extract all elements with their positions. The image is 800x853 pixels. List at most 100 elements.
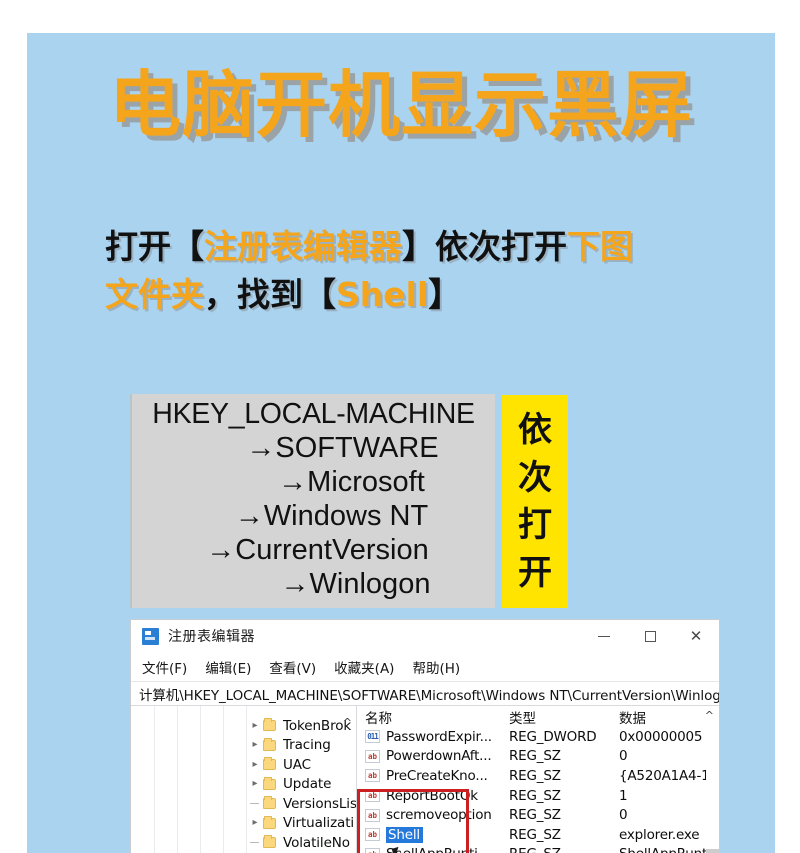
tree-item-update[interactable]: ▸ Update <box>131 775 356 795</box>
address-bar[interactable]: 计算机\HKEY_LOCAL_MACHINE\SOFTWARE\Microsof… <box>131 681 719 706</box>
yellow-callout: 依 次 打 开 <box>502 395 568 608</box>
tree-item-virtualization[interactable]: ▸ Virtualizati <box>131 814 356 834</box>
selected-value-name: Shell <box>386 826 423 843</box>
column-header-name[interactable]: 名称 <box>357 707 509 727</box>
tree-scroll-up-icon[interactable]: ^ <box>343 717 352 728</box>
table-row[interactable]: ab PowerdownAft... REG_SZ 0 <box>357 747 719 767</box>
table-row[interactable]: ab ShellAppRunti... REG_SZ ShellAppRunti… <box>357 845 719 853</box>
list-column-headers: 名称 类型 数据 ^ <box>357 706 719 727</box>
poster-canvas: 电脑开机显示黑屏 打开【注册表编辑器】依次打开下图 文件夹，找到【Shell】 … <box>27 33 775 853</box>
tree-item-tracing[interactable]: ▸ Tracing <box>131 736 356 756</box>
path-line-5: →Winlogon <box>280 568 431 600</box>
table-row[interactable]: ab scremoveoption REG_SZ 0 <box>357 805 719 825</box>
maximize-button[interactable] <box>627 620 673 653</box>
tree-item-label: TokenBrok <box>283 717 352 734</box>
callout-char-0: 依 <box>518 410 552 451</box>
chevron-right-icon[interactable]: ▸ <box>250 720 260 731</box>
page-title: 电脑开机显示黑屏 <box>108 63 693 147</box>
value-data: 0x00000005 (5) <box>619 728 719 745</box>
menu-item-file[interactable]: 文件(F) <box>142 657 187 677</box>
value-name: PowerdownAft... <box>386 748 492 765</box>
value-data: 1 <box>619 787 628 804</box>
menu-item-favorites[interactable]: 收藏夹(A) <box>334 657 394 677</box>
table-row[interactable]: ab ReportBootOk REG_SZ 1 <box>357 786 719 806</box>
folder-icon <box>263 815 276 829</box>
subtitle-seg-regedit: 注册表编辑器 <box>204 227 402 266</box>
registry-values-pane[interactable]: 名称 类型 数据 ^ 011 PasswordExpir... REG_DWOR… <box>357 706 719 853</box>
chevron-right-icon[interactable]: ▸ <box>250 740 260 750</box>
window-titlebar[interactable]: 注册表编辑器 ✕ <box>131 620 719 653</box>
menubar: 文件(F) 编辑(E) 查看(V) 收藏夹(A) 帮助(H) <box>131 653 719 681</box>
window-controls: ✕ <box>581 620 719 653</box>
string-icon: ab <box>365 828 380 842</box>
string-icon: ab <box>365 769 380 783</box>
close-button[interactable]: ✕ <box>673 620 719 653</box>
path-line-3: →Windows NT <box>234 500 429 532</box>
list-scroll-up-icon[interactable]: ^ <box>705 710 714 721</box>
callout-char-1: 次 <box>518 457 552 498</box>
menu-item-edit[interactable]: 编辑(E) <box>205 657 251 677</box>
close-icon: ✕ <box>689 627 703 645</box>
subtitle-line-1: 打开【注册表编辑器】依次打开下图 <box>105 223 705 271</box>
registry-tree-pane[interactable]: ▸ TokenBrok ▸ Tracing ▸ UAC ▸ Update Ver… <box>131 706 357 853</box>
value-type: REG_DWORD <box>509 728 597 745</box>
tree-item-tokenbroker[interactable]: ▸ TokenBrok <box>131 716 356 736</box>
chevron-right-icon[interactable]: ▸ <box>250 779 260 789</box>
list-scrollbar[interactable] <box>706 727 719 853</box>
value-type: REG_SZ <box>509 807 561 824</box>
value-type: REG_SZ <box>509 748 561 765</box>
path-line-4: →CurrentVersion <box>206 534 429 566</box>
table-row[interactable]: ab PreCreateKno... REG_SZ {A520A1A4-178( <box>357 766 719 786</box>
registry-editor-icon <box>142 627 159 645</box>
tree-item-label: VolatileNo <box>283 834 350 851</box>
menu-item-help[interactable]: 帮助(H) <box>412 657 460 677</box>
tree-item-uac[interactable]: ▸ UAC <box>131 755 356 775</box>
value-name: scremoveoption <box>386 807 492 824</box>
value-data: {A520A1A4-178( <box>619 767 719 784</box>
subtitle-seg-folder: 文件夹 <box>105 275 204 314</box>
list-scrollbar-thumb[interactable] <box>706 849 719 853</box>
table-row[interactable]: 011 PasswordExpir... REG_DWORD 0x0000000… <box>357 727 719 747</box>
tree-item-volatilenotifications[interactable]: VolatileNo <box>131 833 356 853</box>
address-bar-path: 计算机\HKEY_LOCAL_MACHINE\SOFTWARE\Microsof… <box>139 687 719 704</box>
tree-stub-icon <box>250 842 259 844</box>
tree-item-label: Virtualizati <box>283 815 355 832</box>
folder-icon <box>263 718 276 732</box>
chevron-right-icon[interactable]: ▸ <box>250 759 260 770</box>
poster-page: 电脑开机显示黑屏 打开【注册表编辑器】依次打开下图 文件夹，找到【Shell】 … <box>0 0 800 853</box>
value-type: REG_SZ <box>509 846 619 853</box>
value-name: PasswordExpir... <box>386 728 492 745</box>
subtitle-seg-mid: 】依次打开 <box>402 227 567 266</box>
registry-editor-window: 注册表编辑器 ✕ 文件(F) 编辑(E) 查看(V) 收藏夹(A) 帮助(H) … <box>130 619 720 853</box>
subtitle-line-2: 文件夹，找到【Shell】 <box>105 271 705 319</box>
path-line-1: →SOFTWARE <box>246 432 439 464</box>
maximize-icon <box>644 631 656 642</box>
folder-icon <box>263 757 276 771</box>
tree-item-versionslist[interactable]: VersionsLis <box>131 794 356 814</box>
folder-icon <box>263 737 276 751</box>
path-line-0: HKEY_LOCAL-MACHINE <box>152 398 475 430</box>
value-data: 0 <box>619 748 628 765</box>
chevron-right-icon[interactable]: ▸ <box>250 818 260 828</box>
path-line-2: →Microsoft <box>278 466 425 498</box>
folder-icon <box>263 776 276 790</box>
registry-path-card: HKEY_LOCAL-MACHINE →SOFTWARE →Microsoft … <box>130 394 495 608</box>
tree-stub-icon <box>250 803 259 805</box>
tree-item-label: Tracing <box>283 737 331 754</box>
value-type: REG_SZ <box>509 826 561 843</box>
value-name: Shell <box>386 826 509 843</box>
tree-item-label: Update <box>283 776 332 793</box>
table-row-selected[interactable]: ab Shell REG_SZ explorer.exe <box>357 825 719 845</box>
value-name: ReportBootOk <box>386 787 478 804</box>
string-icon: ab <box>365 847 380 853</box>
regedit-body: ▸ TokenBrok ▸ Tracing ▸ UAC ▸ Update Ver… <box>131 706 719 853</box>
menu-item-view[interactable]: 查看(V) <box>269 657 316 677</box>
column-header-type[interactable]: 类型 <box>509 707 619 727</box>
subtitle-seg-find: ，找到【 <box>204 275 336 314</box>
string-icon: ab <box>365 749 380 763</box>
value-data: ShellAppRuntim <box>619 846 719 853</box>
minimize-button[interactable] <box>581 620 627 653</box>
folder-icon <box>263 835 276 849</box>
value-type: REG_SZ <box>509 787 561 804</box>
value-data: explorer.exe <box>619 826 700 843</box>
